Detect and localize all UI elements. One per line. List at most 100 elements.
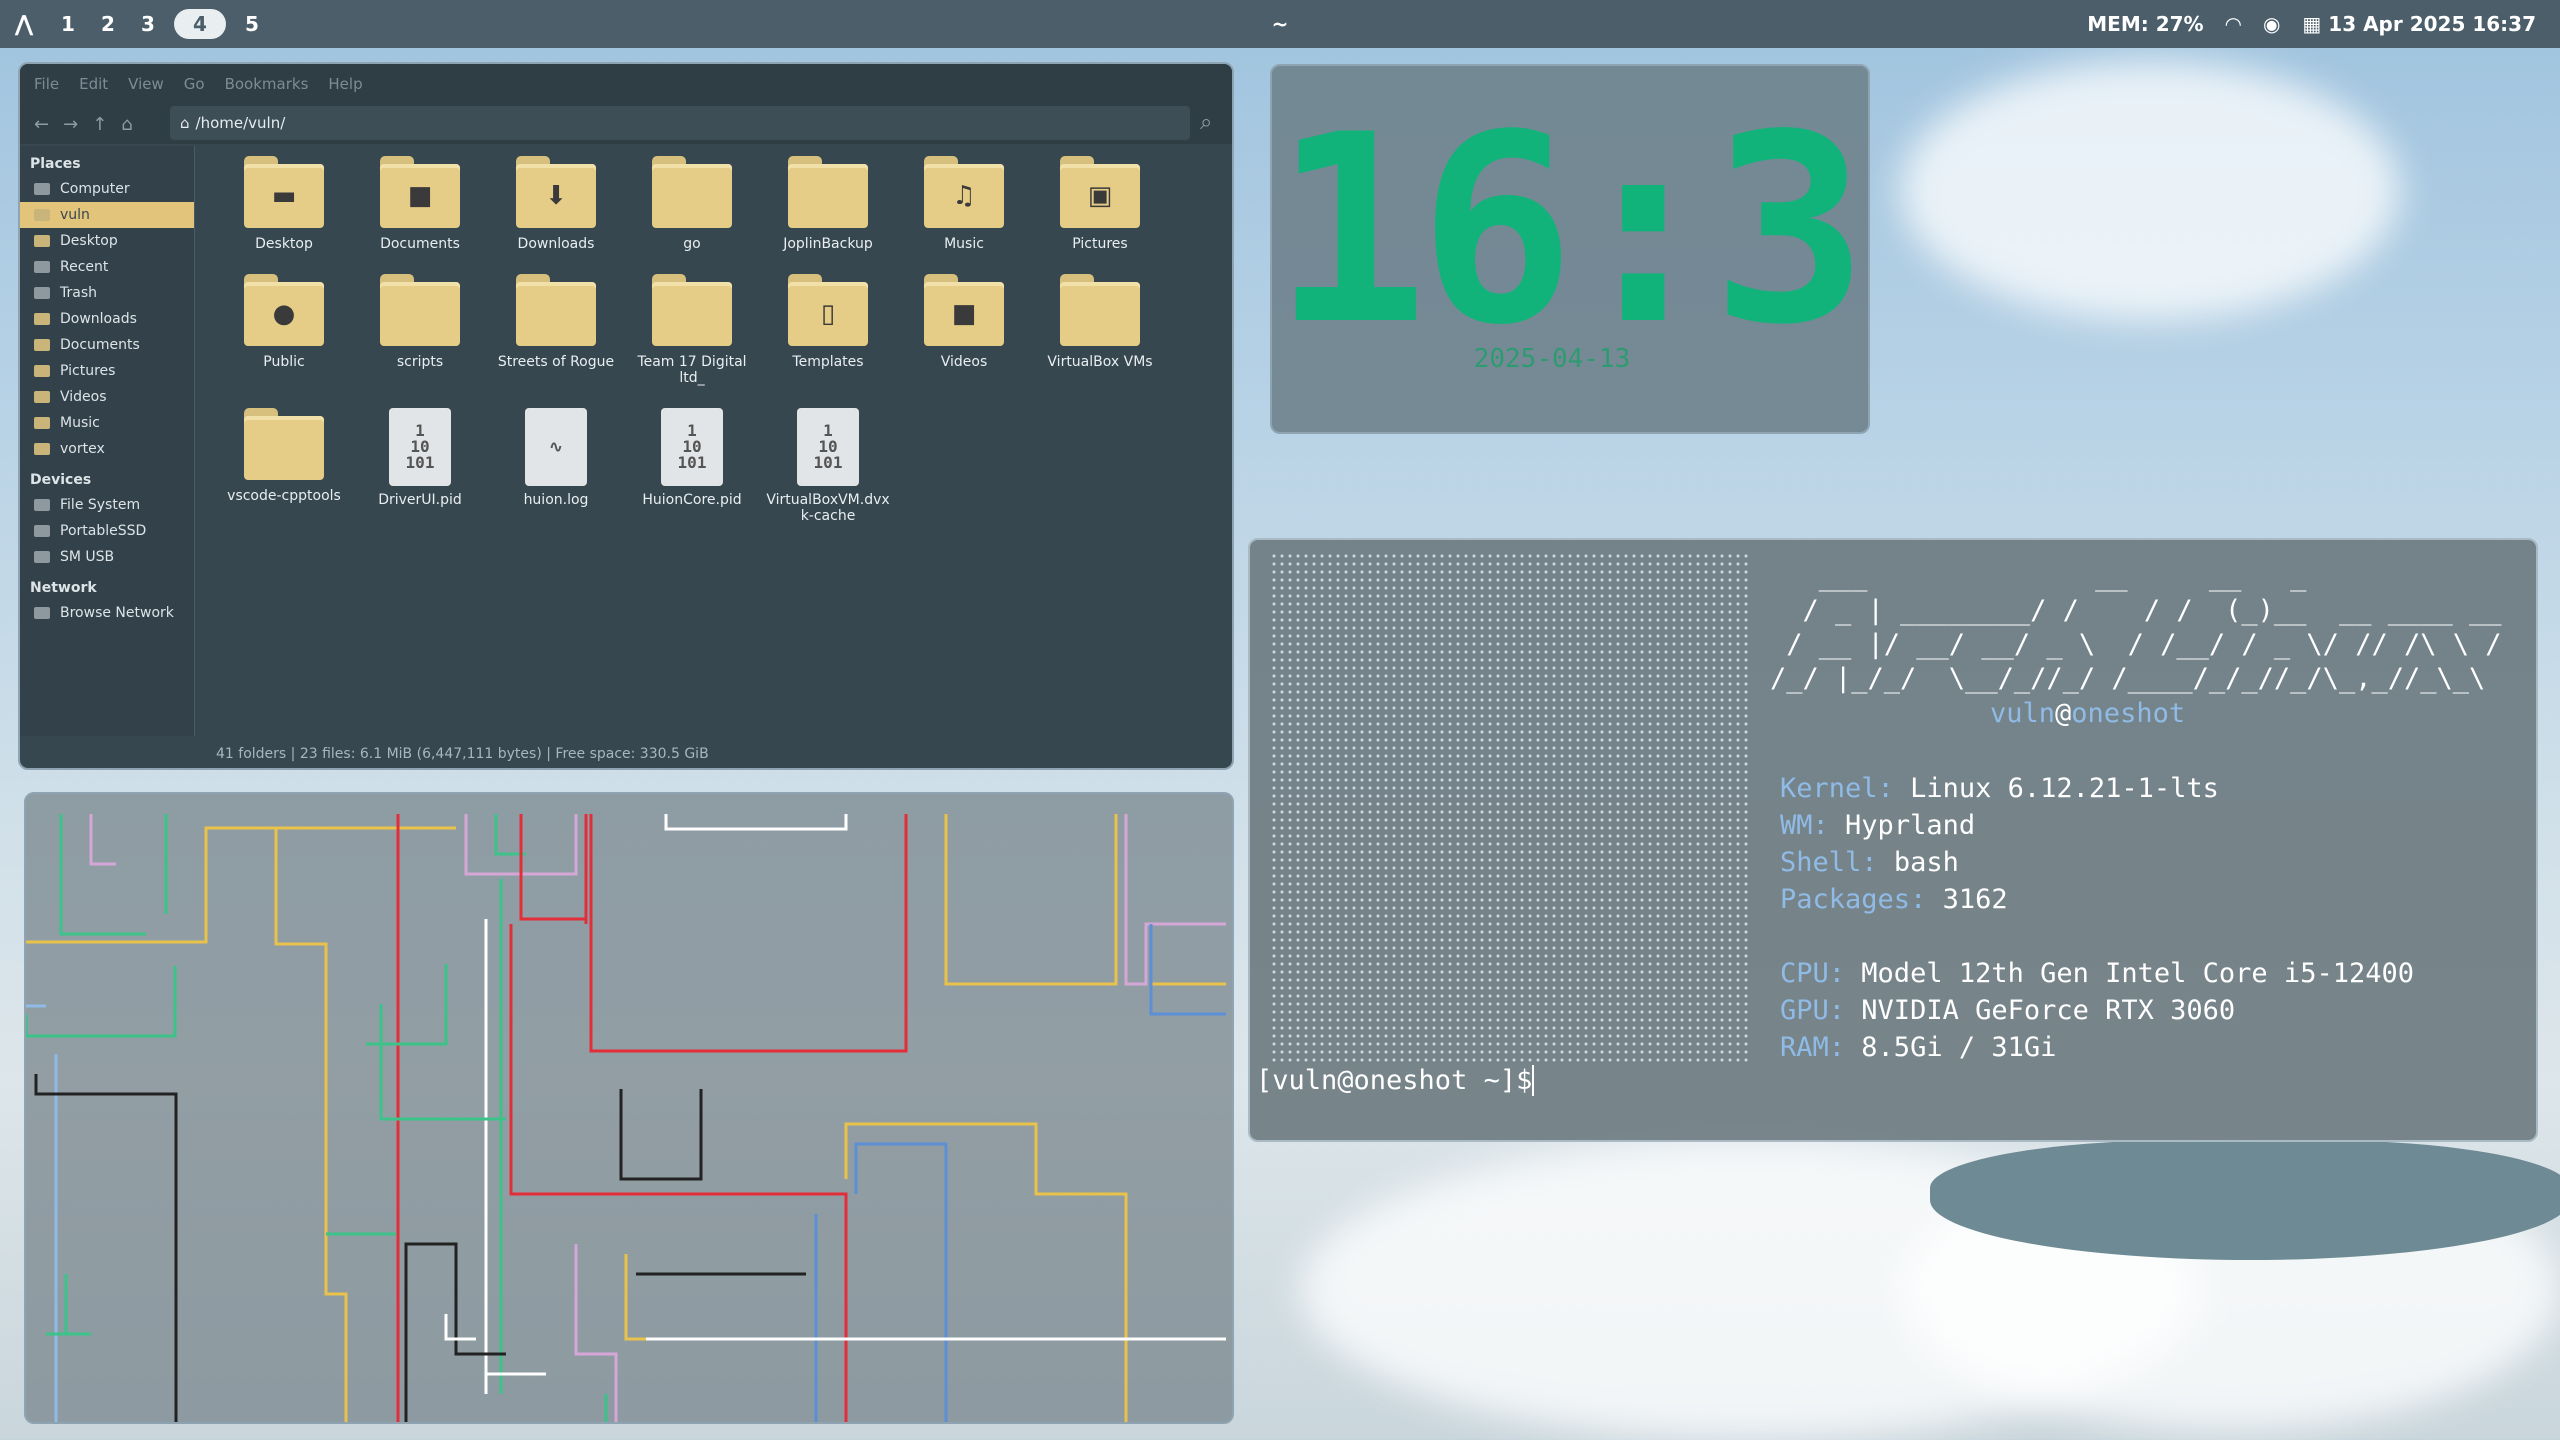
file-item[interactable]: ▣ Pictures bbox=[1032, 156, 1168, 252]
file-item[interactable]: scripts bbox=[352, 274, 488, 386]
file-item[interactable]: go bbox=[624, 156, 760, 252]
folder-pictures-icon: ▣ bbox=[1060, 156, 1140, 228]
sidebar-item-label: PortableSSD bbox=[60, 523, 147, 539]
workspace-3[interactable]: 3 bbox=[128, 9, 168, 39]
calendar-icon: ▦ bbox=[2302, 12, 2329, 36]
info-key: WM: bbox=[1780, 810, 1829, 841]
browse-network-icon bbox=[34, 607, 50, 619]
info-row: Packages: 3162 bbox=[1780, 881, 2414, 918]
file-name: scripts bbox=[396, 354, 444, 370]
file-name: huion.log bbox=[523, 492, 589, 508]
sidebar-item-videos[interactable]: Videos bbox=[20, 384, 194, 410]
folder-templates-icon: ▯ bbox=[788, 274, 868, 346]
sidebar-item-music[interactable]: Music bbox=[20, 410, 194, 436]
folder-icon bbox=[244, 408, 324, 480]
file-item[interactable]: VirtualBox VMs bbox=[1032, 274, 1168, 386]
folder-public-icon: ● bbox=[244, 274, 324, 346]
back-icon[interactable]: ← bbox=[34, 114, 49, 135]
workspace-switcher: 12345 bbox=[48, 9, 272, 39]
info-key: Packages: bbox=[1780, 884, 1927, 915]
file-item[interactable]: ♫ Music bbox=[896, 156, 1032, 252]
sidebar-item-recent[interactable]: Recent bbox=[20, 254, 194, 280]
downloads-icon bbox=[34, 313, 50, 325]
vuln-icon bbox=[34, 209, 50, 221]
top-bar: ⋀ 12345 ~ MEM: 27% ◠ ◉ ▦ 13 Apr 2025 16:… bbox=[0, 0, 2560, 48]
file-item[interactable]: Streets of Rogue bbox=[488, 274, 624, 386]
file-item[interactable]: 1 10 101 DriverUI.pid bbox=[352, 408, 488, 524]
file-item[interactable]: ■ Documents bbox=[352, 156, 488, 252]
file-item[interactable]: ⬇ Downloads bbox=[488, 156, 624, 252]
ascii-logo: ___ __ __ _ / _ | ________/ / / / (_)__ … bbox=[1770, 561, 2502, 694]
memory-usage: MEM: 27% bbox=[2087, 12, 2204, 36]
file-item[interactable]: 1 10 101 HuionCore.pid bbox=[624, 408, 760, 524]
sidebar-item-file-system[interactable]: File System bbox=[20, 492, 194, 518]
status-bar: 41 folders | 23 files: 6.1 MiB (6,447,11… bbox=[216, 746, 709, 762]
arch-logo-icon[interactable]: ⋀ bbox=[0, 12, 48, 37]
folder-videos-icon: ■ bbox=[924, 274, 1004, 346]
sidebar-item-vortex[interactable]: vortex bbox=[20, 436, 194, 462]
sidebar-item-documents[interactable]: Documents bbox=[20, 332, 194, 358]
sidebar-item-browse-network[interactable]: Browse Network bbox=[20, 600, 194, 626]
file-item[interactable]: ▯ Templates bbox=[760, 274, 896, 386]
sidebar-item-sm-usb[interactable]: SM USB bbox=[20, 544, 194, 570]
terminal-window[interactable]: ___ __ __ _ / _ | ________/ / / / (_)__ … bbox=[1248, 538, 2538, 1142]
file-item[interactable]: ● Public bbox=[216, 274, 352, 386]
menu-view[interactable]: View bbox=[128, 75, 164, 93]
sidebar-item-trash[interactable]: Trash bbox=[20, 280, 194, 306]
sidebar-item-downloads[interactable]: Downloads bbox=[20, 306, 194, 332]
binary-file-icon: 1 10 101 bbox=[389, 408, 451, 486]
file-name: Documents bbox=[380, 236, 460, 252]
search-icon[interactable]: ⌕ bbox=[1200, 110, 1212, 135]
file-name: go bbox=[683, 236, 701, 252]
sidebar-item-label: Desktop bbox=[60, 233, 118, 249]
steam-icon[interactable]: ◉ bbox=[2263, 12, 2280, 36]
file-item[interactable]: Team 17 Digital ltd_ bbox=[624, 274, 760, 386]
sidebar-item-vuln[interactable]: vuln bbox=[20, 202, 194, 228]
sidebar-item-label: SM USB bbox=[60, 549, 115, 565]
location-bar[interactable]: ⌂ /home/vuln/ bbox=[170, 106, 1190, 140]
pipes-terminal-window[interactable] bbox=[24, 792, 1234, 1424]
sidebar-item-label: Pictures bbox=[60, 363, 116, 379]
file-system-icon bbox=[34, 499, 50, 511]
wallpaper-cloud bbox=[1900, 60, 2400, 320]
trash-icon bbox=[34, 287, 50, 299]
workspace-4[interactable]: 4 bbox=[174, 9, 226, 39]
home-icon[interactable]: ⌂ bbox=[121, 114, 132, 135]
info-key: Shell: bbox=[1780, 847, 1878, 878]
file-item[interactable]: 1 10 101 VirtualBoxVM.dvxk-cache bbox=[760, 408, 896, 524]
sidebar-item-label: Recent bbox=[60, 259, 109, 275]
info-value: 8.5Gi / 31Gi bbox=[1861, 1032, 2057, 1063]
file-item[interactable]: ∿ huion.log bbox=[488, 408, 624, 524]
wifi-icon[interactable]: ◠ bbox=[2226, 12, 2241, 36]
file-item[interactable]: vscode-cpptools bbox=[216, 408, 352, 524]
menu-go[interactable]: Go bbox=[184, 75, 205, 93]
menu-bookmarks[interactable]: Bookmarks bbox=[225, 75, 309, 93]
sidebar-item-pictures[interactable]: Pictures bbox=[20, 358, 194, 384]
menu-help[interactable]: Help bbox=[328, 75, 362, 93]
workspace-5[interactable]: 5 bbox=[232, 9, 272, 39]
sidebar: Places Computer vuln Desktop Recent Trash Down… bbox=[20, 146, 195, 736]
devices-header: Devices bbox=[30, 472, 92, 488]
workspace-1[interactable]: 1 bbox=[48, 9, 88, 39]
menu-file[interactable]: File bbox=[34, 75, 59, 93]
file-item[interactable]: ▬ Desktop bbox=[216, 156, 352, 252]
info-row: RAM: 8.5Gi / 31Gi bbox=[1780, 1029, 2414, 1066]
datetime[interactable]: ▦ 13 Apr 2025 16:37 bbox=[2302, 12, 2536, 36]
menu-edit[interactable]: Edit bbox=[79, 75, 108, 93]
sidebar-item-portablessd[interactable]: PortableSSD bbox=[20, 518, 194, 544]
documents-icon bbox=[34, 339, 50, 351]
up-icon[interactable]: ↑ bbox=[92, 114, 107, 135]
file-item[interactable]: ■ Videos bbox=[896, 274, 1032, 386]
ascii-art-image bbox=[1270, 552, 1750, 1062]
file-grid: ▬ Desktop ■ Documents ⬇ Downloads go JoplinBack… bbox=[216, 156, 1216, 524]
file-name: VirtualBoxVM.dvxk-cache bbox=[766, 492, 890, 524]
forward-icon[interactable]: → bbox=[63, 114, 78, 135]
clock-widget: 16:37 2025-04-13 bbox=[1270, 64, 1870, 434]
file-item[interactable]: JoplinBackup bbox=[760, 156, 896, 252]
sidebar-item-computer[interactable]: Computer bbox=[20, 176, 194, 202]
shell-prompt[interactable]: [vuln@oneshot ~]$ bbox=[1256, 1065, 1535, 1096]
info-row: Shell: bash bbox=[1780, 844, 2414, 881]
workspace-2[interactable]: 2 bbox=[88, 9, 128, 39]
window-title: ~ bbox=[1271, 12, 1289, 36]
sidebar-item-desktop[interactable]: Desktop bbox=[20, 228, 194, 254]
